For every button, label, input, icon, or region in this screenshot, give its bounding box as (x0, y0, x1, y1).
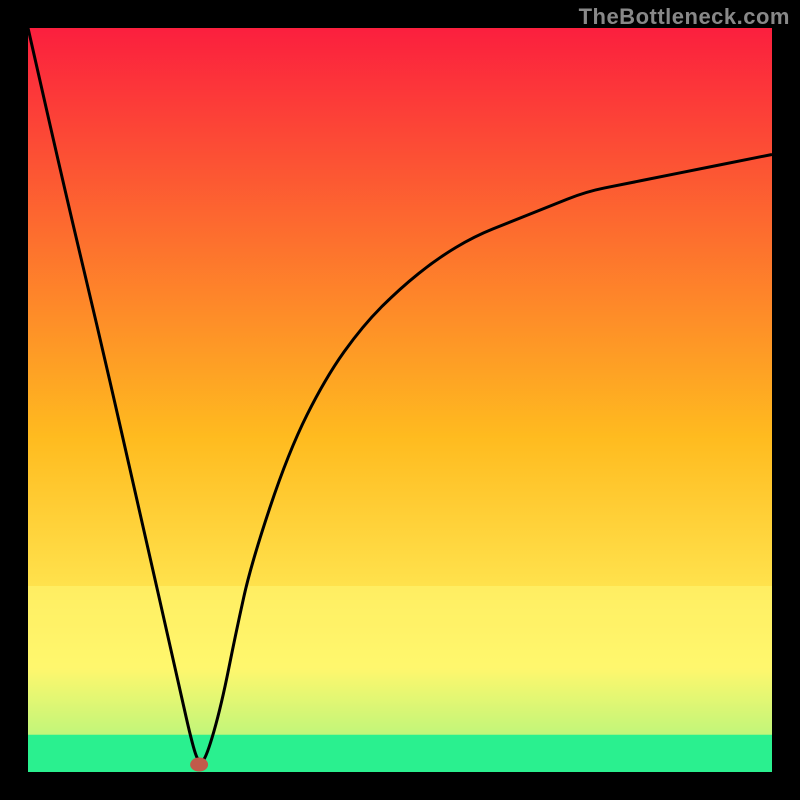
trough-marker (190, 758, 208, 772)
green-band (28, 735, 772, 772)
bottleneck-chart (0, 0, 800, 800)
yellow-band (28, 586, 772, 735)
chart-frame: TheBottleneck.com (0, 0, 800, 800)
plot-area (28, 28, 772, 772)
watermark-text: TheBottleneck.com (579, 4, 790, 30)
